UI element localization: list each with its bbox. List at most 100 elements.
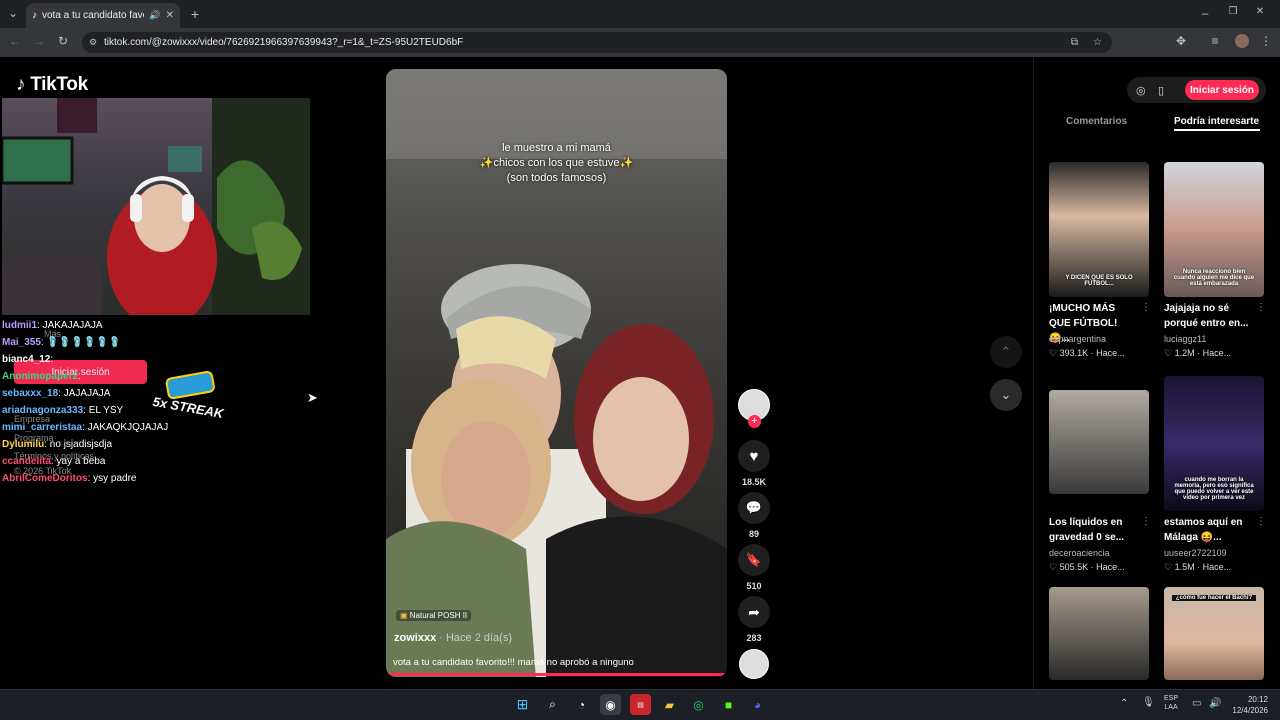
chat-text: JAJAJAJA xyxy=(63,388,111,399)
like-button[interactable]: ♥ xyxy=(738,440,770,472)
new-tab-button[interactable]: + xyxy=(188,6,202,22)
tray-chevron-icon[interactable]: ⌃ xyxy=(1120,698,1128,709)
profile-avatar[interactable] xyxy=(1235,34,1249,48)
previous-video-button[interactable]: ⌃ xyxy=(990,336,1022,368)
language-indicator[interactable]: ESP LAA xyxy=(1164,694,1178,712)
share-button[interactable]: ➦ xyxy=(738,596,770,628)
media-icon[interactable]: ≡ xyxy=(1208,34,1222,48)
author-name[interactable]: zowixxx xyxy=(394,632,436,644)
compass-icon[interactable]: ◎ xyxy=(1136,84,1146,97)
video-progress-bar[interactable] xyxy=(386,673,727,676)
caption-line-1: le muestro a mi mamá xyxy=(502,142,611,154)
spotify-icon[interactable]: ◎ xyxy=(688,694,709,715)
recommended-thumbnail[interactable] xyxy=(1049,587,1149,680)
next-video-button[interactable]: ⌄ xyxy=(990,379,1022,411)
network-icon[interactable]: ▭ xyxy=(1192,698,1201,709)
recommended-stats: ♡ 1.2M · Hace... xyxy=(1164,348,1232,358)
tiktok-logo[interactable]: ♪ TikTok xyxy=(16,74,88,96)
recommended-author[interactable]: uuseer2722109 xyxy=(1164,548,1227,558)
tiktok-favicon-icon: ♪ xyxy=(32,10,37,21)
more-options-icon[interactable]: ⋮ xyxy=(1256,516,1266,527)
search-icon[interactable]: ⌕ xyxy=(542,694,563,715)
chat-username: Anonimopaper2 xyxy=(2,371,79,382)
more-options-icon[interactable]: ⋮ xyxy=(1256,302,1266,313)
app-icon-red[interactable]: ▤ xyxy=(630,694,651,715)
active-tab-indicator xyxy=(1174,129,1260,131)
browser-menu-icon[interactable]: ⋮ xyxy=(1259,34,1273,48)
music-tag[interactable]: ▣ Natural POSH II xyxy=(396,610,472,621)
site-info-icon[interactable]: ⚙ xyxy=(89,37,97,48)
chat-username: ccandelita xyxy=(2,456,51,467)
maximize-button[interactable]: ❐ xyxy=(1226,6,1240,17)
caption-line-2: ✨chicos con los que estuve✨ xyxy=(479,157,634,169)
recommended-author[interactable]: deceroaciencia xyxy=(1049,548,1110,558)
clock[interactable]: 20:12 12/4/2026 xyxy=(1226,694,1268,716)
app-icon[interactable]: ◔ xyxy=(571,694,592,715)
video-player[interactable]: le muestro a mi mamá ✨chicos con los que… xyxy=(386,69,727,677)
recommended-author[interactable]: espnargentina xyxy=(1049,334,1106,344)
chat-text: JAKAQKJQJAJAJ xyxy=(87,422,169,433)
browser-tab[interactable]: ♪ vota a tu candidato favorito... 🔊 ✕ xyxy=(26,3,180,28)
more-options-icon[interactable]: ⋮ xyxy=(1141,302,1151,313)
recommended-title[interactable]: estamos aquí en Málaga 😝... xyxy=(1164,515,1254,545)
recommended-author[interactable]: luciaggz11 xyxy=(1164,334,1206,344)
recommended-thumbnail[interactable]: Nunca reacciono bien cuando alguien me d… xyxy=(1164,162,1264,297)
phone-icon[interactable]: ▯ xyxy=(1158,84,1164,97)
recommended-thumbnail[interactable]: cuando me borran la memoria, pero eso si… xyxy=(1164,376,1264,511)
recommended-title[interactable]: Los líquidos en gravedad 0 se... xyxy=(1049,515,1139,545)
comment-count: 89 xyxy=(748,529,759,539)
start-icon[interactable]: ⊞ xyxy=(512,694,533,715)
discord-icon[interactable]: ◕ xyxy=(747,694,768,715)
tab-title: vota a tu candidato favorito... xyxy=(42,10,144,21)
mouse-cursor-icon: ➤ xyxy=(307,390,318,405)
layout-code: LAA xyxy=(1164,704,1178,711)
streamer-webcam xyxy=(2,98,310,315)
like-count: 18.5K xyxy=(741,477,767,487)
chat-username: AbrilComeDoritos xyxy=(2,473,88,484)
save-button[interactable]: 🔖 xyxy=(738,544,770,576)
kick-icon[interactable]: ■ xyxy=(718,694,739,715)
back-icon[interactable]: ← xyxy=(8,34,22,48)
url-field[interactable]: ⚙ tiktok.com/@zowixxx/video/762692196639… xyxy=(82,32,1112,53)
login-button[interactable]: Iniciar sesión xyxy=(1185,80,1259,100)
volume-icon[interactable]: 🔊 xyxy=(1209,698,1221,709)
microphone-icon[interactable]: 🎙 xyxy=(1142,697,1155,708)
url-text: tiktok.com/@zowixxx/video/76269219663976… xyxy=(104,37,464,48)
folder-icon[interactable]: ▰ xyxy=(659,694,680,715)
recommended-thumbnail[interactable] xyxy=(1049,390,1149,494)
install-icon[interactable]: ⧉ xyxy=(1071,37,1078,48)
chat-message: bianc4_12: xyxy=(2,354,53,366)
tab-close-icon[interactable]: ✕ xyxy=(166,10,174,21)
chrome-icon[interactable]: ◉ xyxy=(600,694,621,715)
recommended-stats: ♡ 505.5K · Hace... xyxy=(1049,562,1125,572)
reload-icon[interactable]: ↻ xyxy=(56,34,70,48)
more-options-icon[interactable]: ⋮ xyxy=(1141,516,1151,527)
minimize-button[interactable]: – xyxy=(1198,6,1212,20)
heart-icon: ♥ xyxy=(749,447,759,465)
extensions-icon[interactable]: ✥ xyxy=(1174,34,1188,48)
recommended-thumbnail[interactable]: ¿cómo fue hacer el Bachi? xyxy=(1164,587,1264,680)
close-window-button[interactable]: ✕ xyxy=(1253,6,1267,17)
music-icon: ▣ xyxy=(400,611,408,620)
bookmark-star-icon[interactable]: ☆ xyxy=(1093,37,1102,48)
logo-text: TikTok xyxy=(30,74,88,95)
video-author[interactable]: zowixxx · Hace 2 día(s) xyxy=(394,632,512,644)
chat-message: ariadnagonza333: EL YSY xyxy=(2,405,123,417)
chat-text: EL YSY xyxy=(88,405,124,416)
sound-avatar[interactable] xyxy=(739,649,769,679)
chat-username: bianc4_12 xyxy=(2,354,51,365)
thumbnail-overlay-text: Y DICEN QUE ES SOLO FÚTBOL... xyxy=(1065,275,1133,287)
comment-button[interactable]: 💬 xyxy=(738,492,770,524)
chat-message: Anonimopaper2: xyxy=(2,371,81,383)
recommended-title[interactable]: Jajajaja no sé porqué entro en... xyxy=(1164,301,1254,331)
recommended-stats: ♡ 1.5M · Hace... xyxy=(1164,562,1232,572)
tab-comments[interactable]: Comentarios xyxy=(1066,116,1127,127)
chat-message: sebaxxx_18: JAJAJAJA xyxy=(2,388,110,400)
recommended-thumbnail[interactable]: Y DICEN QUE ES SOLO FÚTBOL... xyxy=(1049,162,1149,297)
chat-text: yay a beba xyxy=(56,456,106,467)
tab-recommended[interactable]: Podría interesarte xyxy=(1174,116,1259,127)
follow-plus-button[interactable]: + xyxy=(748,415,761,428)
speaker-icon: 🔊 xyxy=(149,10,161,20)
forward-icon[interactable]: → xyxy=(32,34,46,48)
tab-search-icon[interactable]: ⌄ xyxy=(6,6,20,20)
